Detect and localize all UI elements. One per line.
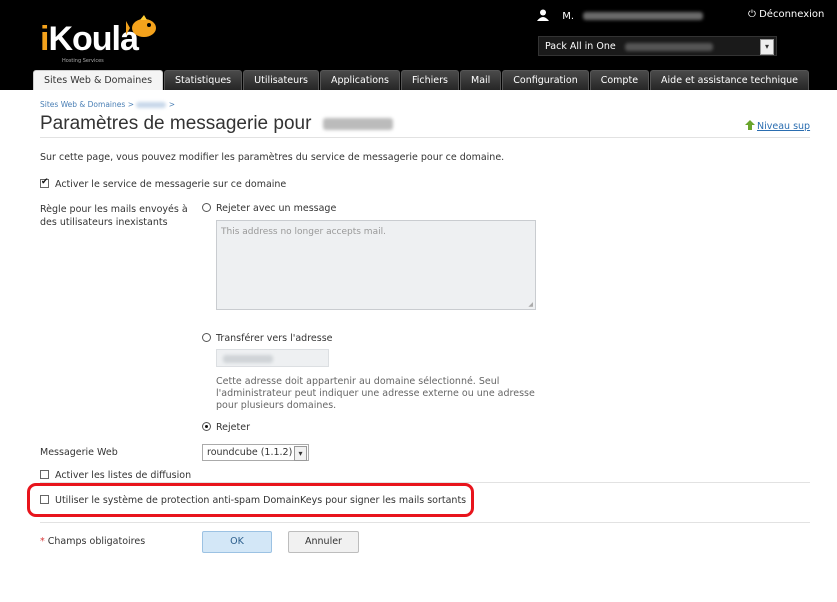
- required-label: Champs obligatoires: [47, 536, 146, 547]
- main-content: Sites Web & Domaines > > Paramètres de m…: [0, 90, 837, 602]
- up-level-label: Niveau sup: [757, 121, 811, 132]
- tab-sites-web-domaines[interactable]: Sites Web & Domaines: [33, 70, 164, 90]
- pack-label: Pack All in One: [545, 41, 616, 52]
- breadcrumb-root[interactable]: Sites Web & Domaines: [40, 100, 125, 109]
- page-title-domain-redacted: [322, 117, 393, 130]
- enable-mail-row: Activer le service de messagerie sur ce …: [40, 177, 287, 190]
- tab-statistiques[interactable]: Statistiques: [164, 70, 243, 90]
- forward-address-redacted: [223, 355, 273, 363]
- enable-mail-checkbox[interactable]: [40, 177, 49, 188]
- up-level-link[interactable]: Niveau sup: [745, 120, 810, 132]
- intro-text: Sur cette page, vous pouvez modifier les…: [40, 152, 505, 163]
- breadcrumb-separator-2: >: [168, 100, 176, 109]
- forward-address-input[interactable]: [216, 349, 329, 367]
- user-icon: [537, 9, 549, 21]
- page-title: Paramètres de messagerie pour: [40, 113, 393, 135]
- rule-label-line-2: des utilisateurs inexistants: [40, 217, 168, 228]
- rule-label: Règle pour les mails envoyés à des utili…: [40, 203, 188, 229]
- page-title-text: Paramètres de messagerie pour: [40, 113, 312, 134]
- reject-radio[interactable]: [202, 422, 211, 431]
- breadcrumb-domain-redacted[interactable]: [136, 102, 167, 108]
- header-bar: iKoula Hosting Services M. ⏻ Déconnexion…: [0, 0, 837, 90]
- forward-radio[interactable]: [202, 333, 211, 342]
- reject-message-label: Rejeter avec un message: [216, 203, 337, 214]
- logout-link[interactable]: ⏻ Déconnexion: [748, 9, 824, 20]
- webmail-value: roundcube (1.1.2): [207, 447, 293, 458]
- tab-configuration[interactable]: Configuration: [502, 70, 589, 90]
- mailing-lists-row: Activer les listes de diffusion: [40, 470, 191, 479]
- highlight-annotation: [27, 483, 474, 517]
- user-info[interactable]: M.: [537, 9, 704, 22]
- enable-mail-label: Activer le service de messagerie sur ce …: [55, 179, 287, 190]
- ok-button[interactable]: OK: [202, 531, 272, 553]
- title-divider: [40, 137, 810, 138]
- user-name-prefix: M.: [562, 11, 574, 22]
- tab-mail[interactable]: Mail: [460, 70, 502, 90]
- fish-mascot-icon: [126, 15, 156, 37]
- forward-note: Cette adresse doit appartenir au domaine…: [216, 376, 535, 412]
- reject-message-option: Rejeter avec un message: [202, 203, 336, 214]
- logo-word: Koula: [48, 20, 138, 58]
- cancel-button[interactable]: Annuler: [288, 531, 359, 553]
- required-star: *: [40, 536, 45, 547]
- mailing-lists-checkbox[interactable]: [40, 470, 49, 479]
- tab-fichiers[interactable]: Fichiers: [401, 70, 459, 90]
- reject-option: Rejeter: [202, 422, 250, 433]
- tab-utilisateurs[interactable]: Utilisateurs: [243, 70, 319, 90]
- breadcrumb-separator: >: [127, 100, 134, 109]
- power-icon: ⏻: [748, 9, 756, 20]
- required-note: * Champs obligatoires: [40, 536, 145, 547]
- tab-aide[interactable]: Aide et assistance technique: [650, 70, 810, 90]
- main-tabs: Sites Web & Domaines Statistiques Utilis…: [33, 70, 810, 90]
- chevron-down-icon[interactable]: ▾: [760, 39, 774, 55]
- forward-note-line-3: pour plusieurs domaines.: [216, 400, 337, 411]
- webmail-select[interactable]: roundcube (1.1.2) ▾: [202, 444, 309, 461]
- rule-label-line-1: Règle pour les mails envoyés à: [40, 204, 188, 215]
- forward-option: Transférer vers l'adresse: [202, 333, 333, 344]
- logout-label: Déconnexion: [759, 9, 825, 20]
- forward-note-line-1: Cette adresse doit appartenir au domaine…: [216, 376, 500, 387]
- reject-label: Rejeter: [216, 422, 250, 433]
- pack-domain-redacted: [624, 42, 713, 51]
- forward-note-line-2: l'administrateur peut indiquer une adres…: [216, 388, 535, 399]
- user-name-redacted: [583, 12, 704, 20]
- chevron-down-icon[interactable]: ▾: [294, 446, 307, 461]
- tab-compte[interactable]: Compte: [589, 70, 650, 90]
- mailing-lists-label: Activer les listes de diffusion: [55, 470, 192, 479]
- up-arrow-icon: [745, 120, 755, 130]
- reject-message-radio[interactable]: [202, 203, 211, 212]
- breadcrumb: Sites Web & Domaines > >: [40, 100, 175, 109]
- resize-grip-icon[interactable]: ◢: [528, 301, 533, 308]
- footer-divider: [40, 522, 810, 523]
- webmail-label: Messagerie Web: [40, 447, 118, 458]
- subscription-select[interactable]: Pack All in One ▾: [538, 36, 777, 56]
- ikoula-logo[interactable]: iKoula Hosting Services: [40, 14, 160, 64]
- reject-message-value: This address no longer accepts mail.: [221, 227, 386, 237]
- tab-applications[interactable]: Applications: [319, 70, 400, 90]
- reject-message-textarea[interactable]: This address no longer accepts mail. ◢: [216, 220, 536, 310]
- logo-tagline: Hosting Services: [62, 58, 104, 64]
- forward-label: Transférer vers l'adresse: [216, 333, 333, 344]
